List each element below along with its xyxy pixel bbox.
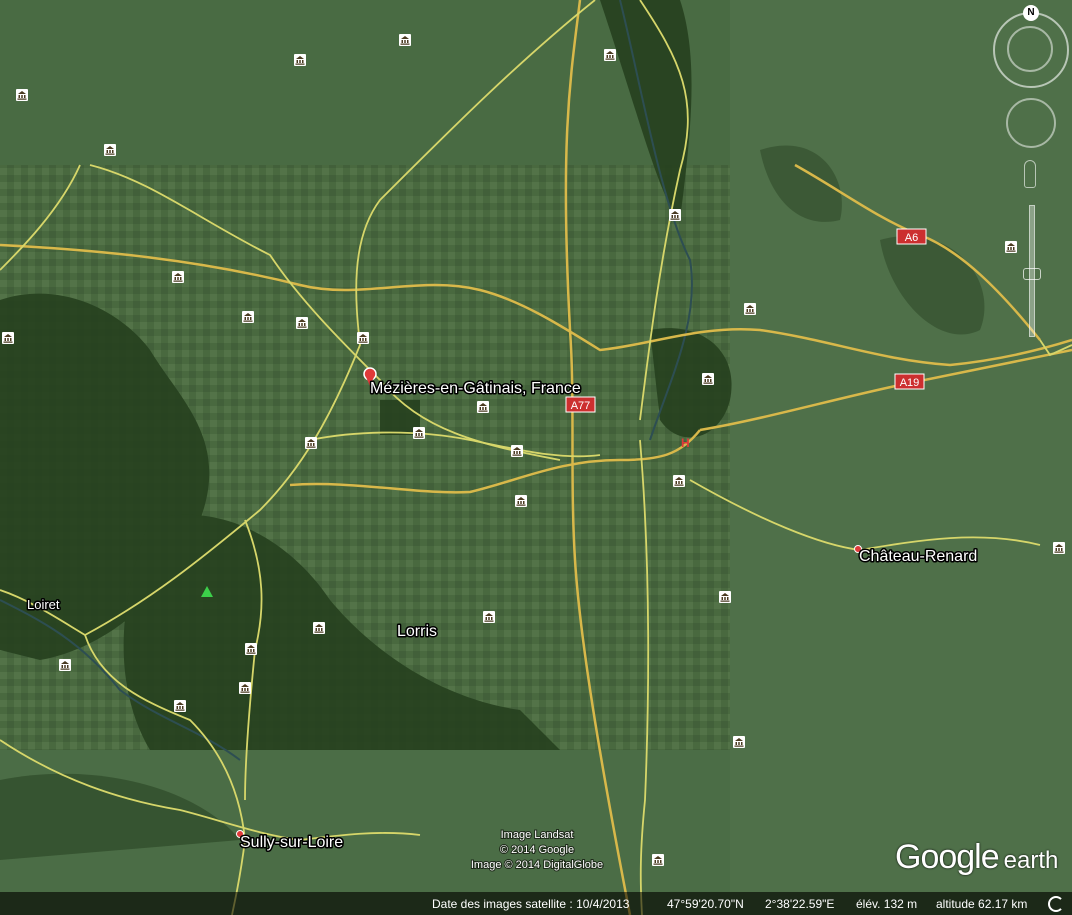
look-control-icon[interactable] <box>1006 98 1056 148</box>
status-bar: Date des images satellite : 10/4/2013 47… <box>0 892 1072 915</box>
imagery-date: Date des images satellite : 10/4/2013 <box>432 897 630 911</box>
altitude-readout: altitude 62.17 km <box>936 897 1028 911</box>
label-chateau-renard[interactable]: Château-Renard <box>858 547 979 567</box>
attribution-line-2: © 2014 Google <box>500 844 574 856</box>
svg-text:A6: A6 <box>905 232 918 244</box>
logo-earth: earth <box>1003 847 1059 874</box>
compass-north-badge: N <box>1023 5 1039 21</box>
street-view-icon[interactable] <box>1024 160 1036 188</box>
label-sully-sur-loire[interactable]: Sully-sur-Loire <box>239 833 345 853</box>
google-earth-logo: Google earth <box>895 838 1058 877</box>
longitude-readout: 2°38'22.59"E <box>765 897 835 911</box>
zoom-slider-icon[interactable] <box>1023 205 1041 337</box>
svg-text:A77: A77 <box>571 400 591 412</box>
label-lorris[interactable]: Lorris <box>396 622 439 642</box>
latitude-readout: 47°59'20.70"N <box>667 897 744 911</box>
compass-icon[interactable]: N <box>993 5 1069 88</box>
label-mezieres[interactable]: Mézières-en-Gâtinais, France <box>369 379 583 399</box>
label-loiret[interactable]: Loiret <box>26 596 62 614</box>
road-shield-a77: A77 <box>565 396 596 413</box>
attribution-line-1: Image Landsat <box>501 829 574 841</box>
satellite-map[interactable]: A6 A19 A77 H Mézières-en-Gâtinais, Franc… <box>0 0 1072 915</box>
loading-icon <box>1048 896 1064 912</box>
compass-inner-ring <box>1007 26 1053 72</box>
road-shield-a6: A6 <box>896 228 927 245</box>
zoom-slider-thumb[interactable] <box>1023 268 1041 280</box>
hospital-icon: H <box>681 436 690 450</box>
attribution-line-3: Image © 2014 DigitalGlobe <box>471 859 603 871</box>
svg-text:H: H <box>681 436 690 450</box>
road-shield-a19: A19 <box>894 373 925 390</box>
svg-text:A19: A19 <box>900 377 920 389</box>
logo-google: Google <box>895 838 1000 876</box>
elevation-readout: élév. 132 m <box>856 897 918 911</box>
